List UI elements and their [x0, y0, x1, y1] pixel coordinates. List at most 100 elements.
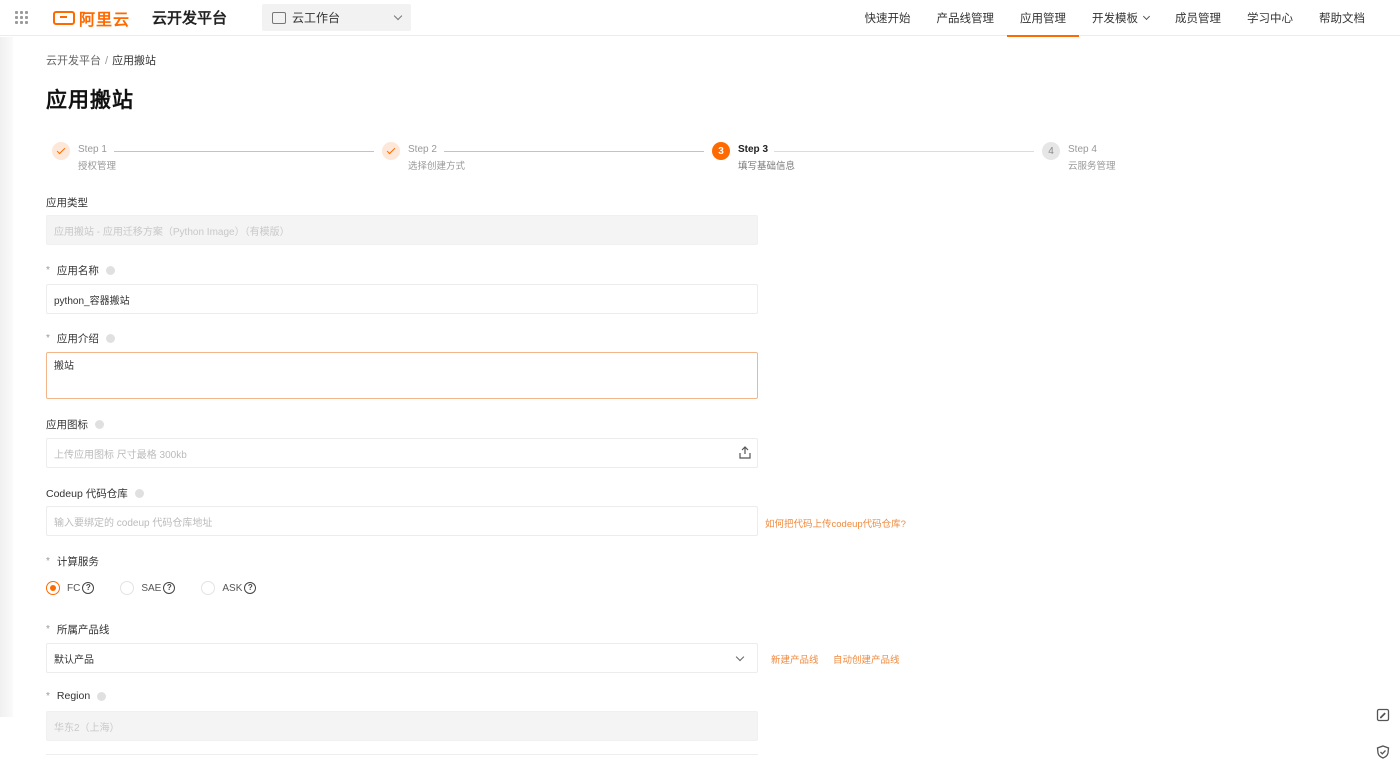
help-icon[interactable]: [95, 420, 104, 429]
step-connector: [444, 151, 704, 152]
help-icon[interactable]: [134, 489, 144, 498]
label-text: Region: [56, 690, 91, 702]
step-subtitle: 授权管理: [78, 161, 117, 172]
upload-icon[interactable]: [739, 446, 751, 459]
step-title: Step 1: [78, 144, 107, 155]
app-name-value: python_容器搬站: [54, 295, 130, 307]
radio-unchecked-icon[interactable]: [201, 581, 216, 595]
nav-label: 成员管理: [1175, 13, 1221, 25]
main-nav: 快速开始 产品线管理 应用管理 开发模板 成员管理 学习中心 帮助文档: [852, 0, 1400, 37]
radio-ask[interactable]: ASK ?: [201, 581, 257, 595]
label-text: 应用名称: [56, 265, 99, 277]
app-intro-textarea[interactable]: 搬站: [46, 352, 758, 399]
label-text: 应用类型: [46, 197, 88, 209]
shield-icon[interactable]: [1376, 745, 1390, 759]
app-icon-upload[interactable]: 上传应用图标 尺寸最格 300kb: [46, 438, 758, 468]
step-progress: Step 1 授权管理 Step 2 选择创建方式 3 Step 3 填写基础信…: [52, 142, 1132, 178]
question-icon[interactable]: ?: [163, 582, 176, 594]
nav-app-management[interactable]: 应用管理: [1007, 0, 1079, 37]
region-field: 华东2（上海）: [46, 711, 758, 741]
product-line-select[interactable]: 默认产品: [46, 643, 758, 673]
step-2: Step 2 选择创建方式: [382, 142, 465, 173]
nav-dev-templates[interactable]: 开发模板: [1079, 0, 1162, 36]
step-1: Step 1 授权管理: [52, 142, 116, 173]
chevron-down-icon: [393, 11, 403, 21]
app-intro-label: * 应用介绍: [46, 331, 115, 346]
nav-learning[interactable]: 学习中心: [1234, 0, 1306, 36]
label-text: 所属产品线: [56, 624, 110, 636]
breadcrumb-separator: /: [105, 55, 109, 67]
app-name-label: * 应用名称: [46, 263, 115, 278]
help-icon[interactable]: [105, 334, 115, 343]
nav-quick-start[interactable]: 快速开始: [852, 0, 924, 36]
aliyun-logo-icon: [53, 10, 75, 25]
radio-sae[interactable]: SAE ?: [120, 581, 176, 595]
divider: [46, 754, 758, 755]
step-connector: [774, 151, 1034, 152]
radio-label: ASK: [222, 582, 243, 594]
required-mark: *: [46, 265, 50, 276]
app-icon-placeholder: 上传应用图标 尺寸最格 300kb: [54, 449, 187, 461]
breadcrumb-root[interactable]: 云开发平台: [46, 55, 101, 67]
product-line-value: 默认产品: [54, 654, 94, 666]
edit-feedback-icon[interactable]: [1376, 708, 1390, 722]
nav-label: 帮助文档: [1319, 13, 1365, 25]
workspace-selector[interactable]: 云工作台: [262, 4, 412, 31]
app-type-value: 应用搬站 - 应用迁移方案（Python Image）（有模版）: [54, 226, 290, 238]
step-subtitle: 云服务管理: [1068, 161, 1116, 172]
step-done-icon: [52, 142, 70, 160]
nav-label: 开发模板: [1092, 13, 1138, 25]
aliyun-logo[interactable]: 阿里云: [53, 6, 130, 30]
step-4: 4 Step 4 云服务管理: [1042, 142, 1116, 173]
help-icon[interactable]: [97, 691, 107, 701]
nav-help-docs[interactable]: 帮助文档: [1306, 0, 1378, 36]
nav-label: 学习中心: [1247, 13, 1293, 25]
compute-radio-group: FC ? SAE ? ASK ?: [46, 581, 282, 595]
nav-label: 产品线管理: [936, 13, 995, 25]
radio-checked-icon[interactable]: [46, 581, 60, 595]
label-text: 应用介绍: [56, 333, 99, 345]
chevron-down-icon: [735, 652, 745, 662]
breadcrumb-current: 应用搬站: [112, 55, 157, 67]
chevron-down-icon: [1142, 12, 1151, 21]
question-icon[interactable]: ?: [82, 582, 95, 594]
breadcrumb: 云开发平台 / 应用搬站: [46, 52, 156, 68]
nav-label: 快速开始: [864, 13, 911, 25]
compute-label: * 计算服务: [46, 554, 99, 569]
app-grid-icon[interactable]: [15, 10, 29, 25]
step-subtitle: 选择创建方式: [408, 161, 466, 172]
logo-text: 阿里云: [79, 11, 131, 29]
left-side-panel-edge: [0, 37, 13, 717]
label-text: 应用图标: [46, 419, 88, 431]
workspace-icon: [272, 11, 287, 24]
top-navbar: 阿里云 云开发平台 云工作台 快速开始 产品线管理 应用管理 开发模板 成员管理…: [0, 0, 1400, 37]
auto-create-product-line-link[interactable]: 自动创建产品线: [833, 652, 900, 666]
app-icon-label: 应用图标: [46, 417, 104, 432]
codeup-input[interactable]: 输入要绑定的 codeup 代码仓库地址: [46, 506, 758, 536]
step-3: 3 Step 3 填写基础信息: [712, 142, 795, 173]
help-icon[interactable]: [105, 266, 115, 275]
platform-name[interactable]: 云开发平台: [152, 7, 227, 28]
app-name-input[interactable]: python_容器搬站: [46, 284, 758, 314]
workspace-label: 云工作台: [292, 11, 341, 25]
step-title: Step 2: [408, 144, 437, 155]
nav-product-lines[interactable]: 产品线管理: [924, 0, 1008, 36]
nav-members[interactable]: 成员管理: [1162, 0, 1234, 36]
step-current-number: 3: [712, 142, 730, 160]
new-product-line-link[interactable]: 新建产品线: [771, 652, 819, 666]
step-title: Step 4: [1068, 144, 1097, 155]
radio-fc[interactable]: FC ?: [46, 581, 95, 595]
step-done-icon: [382, 142, 400, 160]
product-line-label: * 所属产品线: [46, 622, 109, 637]
region-label: * Region: [46, 690, 107, 702]
radio-label: SAE: [141, 582, 162, 594]
radio-unchecked-icon[interactable]: [120, 581, 135, 595]
codeup-label: Codeup 代码仓库: [46, 486, 144, 501]
question-icon[interactable]: ?: [244, 582, 257, 594]
required-mark: *: [46, 690, 50, 702]
step-connector: [114, 151, 374, 152]
codeup-help-link[interactable]: 如何把代码上传codeup代码仓库?: [765, 516, 906, 530]
page-title: 应用搬站: [46, 89, 134, 112]
label-text: Codeup 代码仓库: [46, 488, 128, 500]
label-text: 计算服务: [56, 556, 99, 568]
